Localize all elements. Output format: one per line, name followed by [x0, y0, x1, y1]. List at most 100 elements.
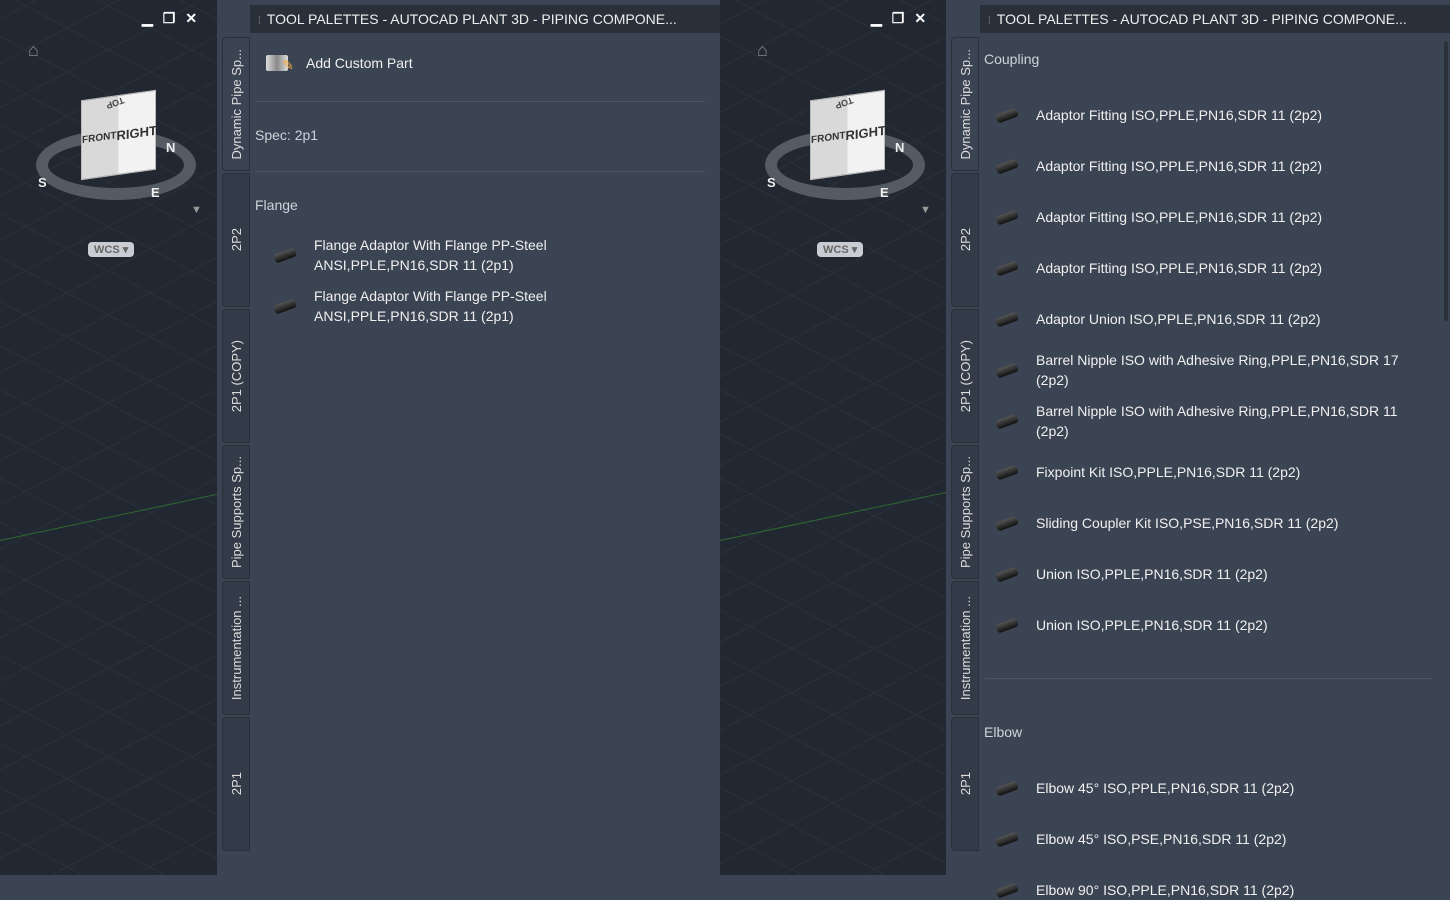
compass-n[interactable]: N	[166, 140, 175, 155]
pipe-fitting-icon	[992, 411, 1022, 431]
scrollbar[interactable]	[1444, 41, 1448, 321]
compass-e[interactable]: E	[151, 185, 160, 200]
palette-tab-label: 2P1 (COPY)	[228, 339, 244, 413]
palette-tool-item[interactable]: Elbow 90° ISO,PPLE,PN16,SDR 11 (2p2)	[992, 880, 1294, 900]
spec-label: Spec: 2p1	[255, 127, 319, 143]
left-tool-palette: ⁞ TOOL PALETTES - AUTOCAD PLANT 3D - PIPI…	[250, 5, 720, 875]
grip-icon[interactable]: ⁞	[258, 16, 261, 27]
viewcube[interactable]: FRONT RIGHT TOP N S E	[36, 89, 206, 210]
divider	[985, 678, 1432, 679]
cube-front[interactable]: FRONT	[811, 130, 845, 146]
compass-s[interactable]: S	[767, 175, 776, 190]
minimize-button[interactable]: ▁	[142, 10, 153, 27]
home-icon[interactable]: ⌂	[28, 40, 39, 61]
palette-tab-label: Instrumentation ...	[228, 595, 244, 701]
palette-tool-item[interactable]: Union ISO,PPLE,PN16,SDR 11 (2p2)	[992, 564, 1268, 584]
minimize-button[interactable]: ▁	[871, 10, 882, 27]
home-icon[interactable]: ⌂	[757, 40, 768, 61]
palette-tab-label: 2P1	[228, 772, 244, 796]
viewcube-menu-icon[interactable]: ▼	[191, 204, 202, 216]
pipe-fitting-icon	[992, 778, 1022, 798]
close-button[interactable]: ✕	[914, 10, 926, 27]
viewport-controls: ▁ ❐ ✕	[142, 10, 197, 27]
tool-item-label: Union ISO,PPLE,PN16,SDR 11 (2p2)	[1036, 566, 1268, 582]
palette-tab-label: Pipe Supports Sp...	[957, 455, 973, 568]
palette-tab[interactable]: 2P2	[951, 173, 979, 307]
section-label: Coupling	[984, 51, 1040, 67]
palette-tool-item[interactable]: Sliding Coupler Kit ISO,PSE,PN16,SDR 11 …	[992, 513, 1338, 533]
tool-item-label: Barrel Nipple ISO with Adhesive Ring,PPL…	[1036, 352, 1399, 388]
section-label: Elbow	[984, 724, 1023, 740]
palette-tab[interactable]: Dynamic Pipe Sp...	[222, 37, 250, 171]
restore-button[interactable]: ❐	[163, 10, 176, 27]
tool-item-label: Elbow 45° ISO,PSE,PN16,SDR 11 (2p2)	[1036, 831, 1287, 847]
cube-right[interactable]: RIGHT	[116, 122, 156, 143]
palette-tab[interactable]: 2P1 (COPY)	[222, 309, 250, 443]
tool-item-label: Adaptor Fitting ISO,PPLE,PN16,SDR 11 (2p…	[1036, 107, 1323, 123]
palette-tool-item[interactable]: Union ISO,PPLE,PN16,SDR 11 (2p2)	[992, 615, 1268, 635]
palette-title-bar[interactable]: ⁞ TOOL PALETTES - AUTOCAD PLANT 3D - PIPI…	[250, 5, 720, 33]
tool-item-label: Adaptor Fitting ISO,PPLE,PN16,SDR 11 (2p…	[1036, 209, 1323, 225]
palette-tab[interactable]: Instrumentation ...	[951, 581, 979, 715]
palette-tab[interactable]: Dynamic Pipe Sp...	[951, 37, 979, 171]
axis-line	[0, 492, 217, 541]
palette-tool-item[interactable]: Adaptor Fitting ISO,PPLE,PN16,SDR 11 (2p…	[992, 156, 1322, 176]
compass-s[interactable]: S	[38, 175, 47, 190]
tool-item-label: Elbow 90° ISO,PPLE,PN16,SDR 11 (2p2)	[1036, 882, 1295, 898]
tool-item-label: Flange Adaptor With Flange PP-Steel ANSI…	[314, 237, 547, 273]
pipe-fitting-icon	[992, 156, 1022, 176]
viewcube[interactable]: FRONT RIGHT TOP N S E	[765, 89, 935, 210]
palette-tool-item[interactable]: Fixpoint Kit ISO,PPLE,PN16,SDR 11 (2p2)	[992, 462, 1300, 482]
add-custom-part-button[interactable]: ✎ Add Custom Part	[262, 53, 413, 73]
tool-item-label: Sliding Coupler Kit ISO,PSE,PN16,SDR 11 …	[1036, 515, 1339, 531]
drawing-viewport-left[interactable]: ▁ ❐ ✕ ⌂ FRONT RIGHT TOP N S E ▼ WCS ▾	[0, 0, 217, 875]
palette-tool-item[interactable]: Barrel Nipple ISO with Adhesive Ring,PPL…	[992, 401, 1398, 441]
palette-tab-label: 2P1	[957, 772, 973, 796]
drawing-viewport-right[interactable]: ▁ ❐ ✕ ⌂ FRONT RIGHT TOP N S E ▼ WCS ▾	[720, 0, 946, 875]
pipe-fitting-icon	[992, 258, 1022, 278]
pipe-fitting-icon	[992, 880, 1022, 900]
cube-front[interactable]: FRONT	[82, 130, 116, 146]
palette-tab[interactable]: 2P2	[222, 173, 250, 307]
pipe-fitting-icon	[992, 564, 1022, 584]
palette-tool-item[interactable]: Adaptor Fitting ISO,PPLE,PN16,SDR 11 (2p…	[992, 105, 1322, 125]
grip-icon[interactable]: ⁞	[988, 16, 991, 27]
wcs-dropdown[interactable]: WCS ▾	[88, 242, 135, 257]
tool-item-label: Flange Adaptor With Flange PP-Steel ANSI…	[314, 288, 547, 324]
section-flange: Flange	[255, 197, 298, 213]
viewcube-menu-icon[interactable]: ▼	[920, 204, 931, 216]
close-button[interactable]: ✕	[185, 10, 197, 27]
pipe-fitting-icon	[992, 513, 1022, 533]
palette-tool-item[interactable]: Barrel Nipple ISO with Adhesive Ring,PPL…	[992, 350, 1399, 390]
tool-item-label: Adaptor Fitting ISO,PPLE,PN16,SDR 11 (2p…	[1036, 260, 1323, 276]
palette-tool-item[interactable]: Flange Adaptor With Flange PP-Steel ANSI…	[270, 286, 547, 326]
wcs-dropdown[interactable]: WCS ▾	[817, 242, 864, 257]
palette-tool-item[interactable]: Adaptor Fitting ISO,PPLE,PN16,SDR 11 (2p…	[992, 258, 1322, 278]
cube-right[interactable]: RIGHT	[845, 122, 885, 143]
palette-tool-item[interactable]: Adaptor Fitting ISO,PPLE,PN16,SDR 11 (2p…	[992, 207, 1322, 227]
palette-title-bar[interactable]: ⁞ TOOL PALETTES - AUTOCAD PLANT 3D - PIPI…	[980, 5, 1450, 33]
palette-tool-item[interactable]: Elbow 45° ISO,PPLE,PN16,SDR 11 (2p2)	[992, 778, 1294, 798]
palette-tab-label: 2P2	[957, 228, 973, 252]
palette-tab[interactable]: 2P1 (COPY)	[951, 309, 979, 443]
palette-tool-item[interactable]: Elbow 45° ISO,PSE,PN16,SDR 11 (2p2)	[992, 829, 1286, 849]
compass-e[interactable]: E	[880, 185, 889, 200]
pipe-fitting-icon	[270, 296, 300, 316]
tool-item-label: Union ISO,PPLE,PN16,SDR 11 (2p2)	[1036, 617, 1268, 633]
palette-tab-label: Dynamic Pipe Sp...	[228, 48, 244, 160]
palette-tab[interactable]: Pipe Supports Sp...	[951, 445, 979, 579]
tool-item-label: Barrel Nipple ISO with Adhesive Ring,PPL…	[1036, 403, 1398, 439]
palette-tool-item[interactable]: Flange Adaptor With Flange PP-Steel ANSI…	[270, 235, 547, 275]
palette-tool-item[interactable]: Adaptor Union ISO,PPLE,PN16,SDR 11 (2p2)	[992, 309, 1321, 329]
palette-tab-label: Pipe Supports Sp...	[228, 455, 244, 568]
palette-tab[interactable]: 2P1	[951, 717, 979, 851]
compass-n[interactable]: N	[895, 140, 904, 155]
pipe-fitting-icon	[992, 360, 1022, 380]
palette-tab[interactable]: 2P1	[222, 717, 250, 851]
palette-title: TOOL PALETTES - AUTOCAD PLANT 3D - PIPIN…	[996, 11, 1407, 27]
palette-tab[interactable]: Pipe Supports Sp...	[222, 445, 250, 579]
restore-button[interactable]: ❐	[892, 10, 905, 27]
viewport-controls: ▁ ❐ ✕	[871, 10, 926, 27]
palette-tab[interactable]: Instrumentation ...	[222, 581, 250, 715]
tool-item-label: Adaptor Union ISO,PPLE,PN16,SDR 11 (2p2)	[1036, 311, 1321, 327]
